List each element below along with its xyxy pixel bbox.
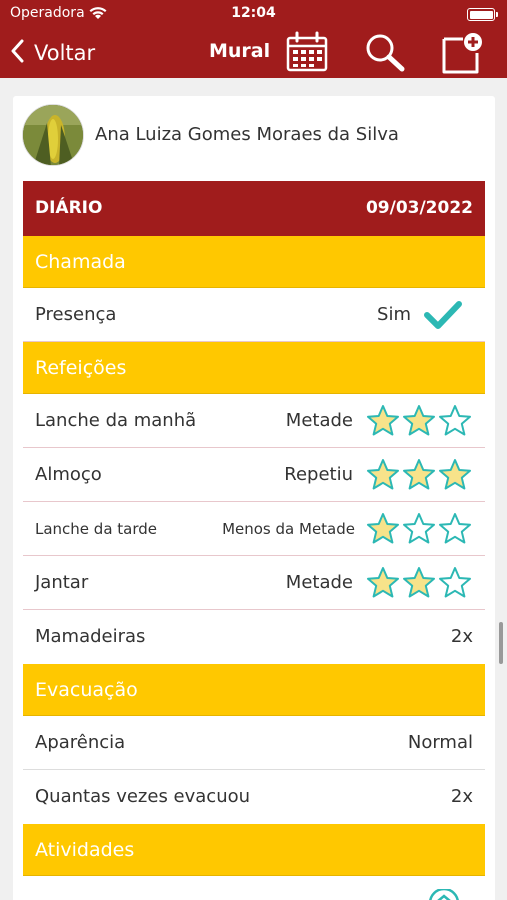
meal-label: Lanche da manhã (35, 410, 197, 431)
diary-card: Ana Luiza Gomes Moraes da Silva DIÁRIO 0… (13, 96, 495, 900)
evacuation-label: Aparência (35, 732, 126, 753)
meal-value: Metade (285, 572, 353, 593)
checkmark-icon (423, 300, 463, 334)
diary-date: 09/03/2022 (365, 198, 473, 218)
star-icon (439, 513, 471, 544)
star-icon (439, 405, 471, 436)
presence-row: Presença Sim (23, 288, 485, 342)
bottles-value: 2x (450, 626, 473, 647)
star-icon (439, 567, 471, 598)
evacuation-label: Quantas vezes evacuou (35, 786, 251, 807)
section-evacuacao: Evacuação (23, 664, 485, 716)
evacuation-value: 2x (450, 786, 473, 807)
meal-value: Repetiu (284, 464, 353, 485)
star-icon (367, 405, 399, 436)
nav-bar: Voltar Mural (0, 28, 507, 78)
meal-value: Menos da Metade (222, 520, 355, 538)
meal-value: Metade (285, 410, 353, 431)
add-note-icon[interactable] (441, 31, 485, 79)
diary-label: DIÁRIO (35, 198, 103, 218)
section-chamada: Chamada (23, 236, 485, 288)
back-label: Voltar (34, 41, 96, 65)
section-atividades: Atividades (23, 824, 485, 876)
section-refeicoes: Refeições (23, 342, 485, 394)
star-icon (367, 513, 399, 544)
clock: 12:04 (231, 5, 276, 21)
bottles-row: Mamadeiras 2x (23, 610, 485, 664)
star-icon (367, 567, 399, 598)
calendar-icon[interactable] (286, 31, 328, 77)
star-icon (403, 405, 435, 436)
expand-icon[interactable] (428, 887, 460, 900)
meal-row: Lanche da tarde Menos da Metade (23, 502, 485, 556)
star-icon (439, 459, 471, 490)
meal-rating (365, 566, 473, 600)
battery-icon (467, 8, 495, 21)
search-icon[interactable] (363, 31, 405, 77)
evacuation-row: Quantas vezes evacuou 2x (23, 770, 485, 824)
evacuation-value: Normal (407, 732, 473, 753)
bottles-label: Mamadeiras (35, 626, 146, 647)
scrollbar[interactable] (499, 622, 503, 664)
presence-value: Sim (377, 304, 411, 325)
star-icon (367, 459, 399, 490)
meal-row: Jantar Metade (23, 556, 485, 610)
student-name: Ana Luiza Gomes Moraes da Silva (95, 124, 399, 145)
status-bar: Operadora 12:04 (0, 0, 507, 28)
star-icon (403, 459, 435, 490)
meal-label: Lanche da tarde (35, 520, 158, 538)
presence-label: Presença (35, 304, 117, 325)
meal-rating (365, 512, 473, 546)
diary-header: DIÁRIO 09/03/2022 (23, 181, 485, 236)
star-icon (403, 513, 435, 544)
meal-label: Jantar (35, 572, 89, 593)
meal-row: Lanche da manhã Metade (23, 394, 485, 448)
meal-rating (365, 404, 473, 438)
chevron-left-icon (10, 39, 34, 68)
evacuation-row: Aparência Normal (23, 716, 485, 770)
meal-row: Almoço Repetiu (23, 448, 485, 502)
meal-rating (365, 458, 473, 492)
page-title: Mural (209, 40, 271, 62)
meal-label: Almoço (35, 464, 102, 485)
avatar (22, 104, 84, 166)
back-button[interactable]: Voltar (10, 37, 95, 69)
star-icon (403, 567, 435, 598)
battery-tip (496, 12, 498, 17)
